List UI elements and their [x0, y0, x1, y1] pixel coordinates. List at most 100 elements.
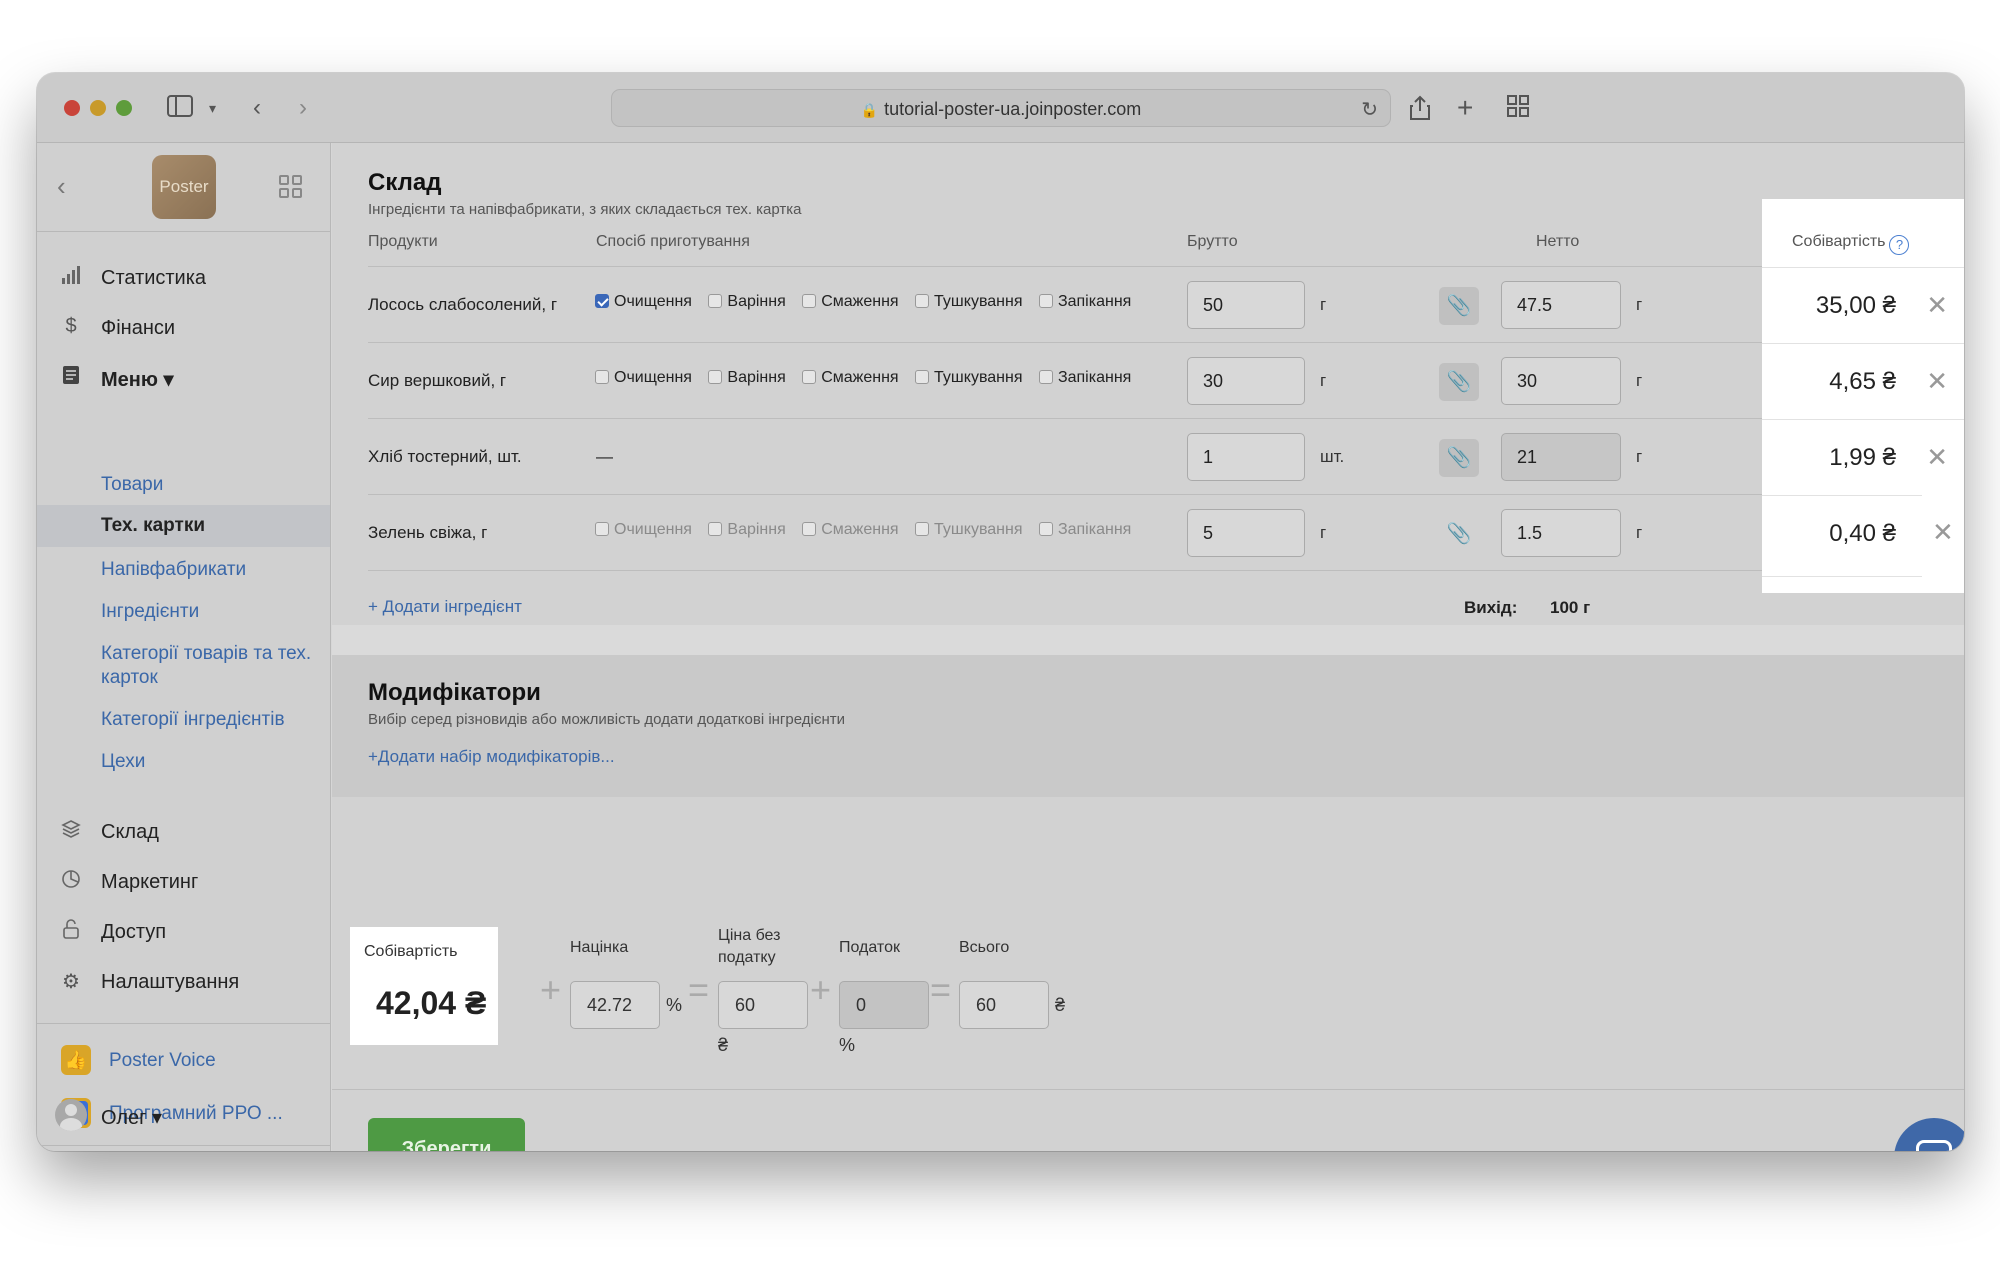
cost-cell: 35,00 ₴ ✕ — [1762, 267, 1964, 343]
markup-input[interactable]: 42.72 — [570, 981, 660, 1029]
save-button[interactable]: Зберегти — [368, 1118, 525, 1151]
checkbox[interactable] — [1038, 522, 1053, 536]
chevron-down-icon[interactable]: ▾ — [209, 95, 216, 121]
new-tab-icon[interactable]: + — [1457, 94, 1473, 122]
netto-input[interactable]: 47.5 — [1501, 281, 1621, 329]
remove-row-icon[interactable]: ✕ — [1926, 290, 1948, 321]
paperclip-icon[interactable]: 📎 — [1439, 363, 1479, 401]
checkbox[interactable] — [802, 370, 817, 384]
brutto-input[interactable]: 5 — [1187, 509, 1305, 557]
brutto-input[interactable]: 1 — [1187, 433, 1305, 481]
netto-input[interactable]: 30 — [1501, 357, 1621, 405]
checkbox[interactable] — [915, 522, 930, 536]
tab-overview-icon[interactable] — [1507, 95, 1529, 123]
method-baking[interactable]: Запікання — [1038, 293, 1131, 311]
method-frying[interactable]: Смаження — [802, 521, 899, 539]
help-icon[interactable]: ? — [1889, 235, 1910, 255]
sidebar-toggle-icon[interactable] — [167, 95, 193, 123]
checkbox[interactable] — [802, 294, 817, 308]
forward-arrow-icon[interactable]: › — [299, 95, 307, 121]
netto-unit: г — [1636, 371, 1643, 390]
collapse-sidebar-icon[interactable]: ‹ — [57, 171, 66, 202]
checkbox[interactable] — [1038, 370, 1053, 384]
checkbox[interactable] — [1038, 294, 1053, 308]
layers-icon — [59, 819, 83, 845]
paperclip-icon[interactable]: 📎 — [1439, 515, 1479, 553]
app-poster-voice[interactable]: 👍 Poster Voice — [61, 1043, 331, 1077]
address-bar[interactable]: 🔒 tutorial-poster-ua.joinposter.com ↻ — [611, 89, 1391, 127]
netto-input[interactable]: 21 — [1501, 433, 1621, 481]
nav-finances[interactable]: $ Фінанси — [37, 307, 330, 347]
minimize-window-button[interactable] — [90, 100, 106, 116]
remove-row-icon[interactable]: ✕ — [1926, 366, 1948, 397]
remove-row-icon[interactable]: ✕ — [1926, 442, 1948, 473]
paperclip-icon[interactable]: 📎 — [1439, 439, 1479, 477]
nav-statistics[interactable]: Статистика — [37, 257, 330, 297]
nav-label: Маркетинг — [101, 871, 199, 893]
method-boiling[interactable]: Варіння — [708, 293, 786, 311]
checkbox[interactable] — [595, 522, 609, 536]
checkbox[interactable] — [915, 370, 930, 384]
netto-unit: г — [1636, 447, 1643, 466]
method-cleaning[interactable]: Очищення — [595, 369, 692, 387]
method-frying[interactable]: Смаження — [802, 369, 899, 387]
method-stewing[interactable]: Тушкування — [915, 369, 1023, 387]
method-baking[interactable]: Запікання — [1038, 369, 1131, 387]
nav-label: Доступ — [101, 921, 167, 943]
sub-item-product-categories[interactable]: Категорії товарів та тех. карток — [101, 642, 316, 690]
add-ingredient-link[interactable]: + Додати інгредієнт — [368, 597, 522, 617]
share-icon[interactable] — [1409, 95, 1431, 127]
tax-input[interactable]: 0 — [839, 981, 929, 1029]
brutto-input[interactable]: 30 — [1187, 357, 1305, 405]
column-header-method: Спосіб приготування — [596, 233, 750, 250]
gear-icon: ⚙ — [62, 971, 80, 993]
price-before-tax-input[interactable]: 60 — [718, 981, 808, 1029]
method-boiling[interactable]: Варіння — [708, 369, 786, 387]
nav-label: Склад — [101, 821, 159, 843]
apps-grid-icon[interactable] — [279, 175, 303, 199]
chat-support-icon[interactable] — [1894, 1118, 1964, 1151]
method-boiling[interactable]: Варіння — [708, 521, 786, 539]
nav-label: Фінанси — [101, 317, 176, 339]
sub-item-ingredients[interactable]: Інгредієнти — [101, 600, 316, 624]
checkbox[interactable] — [708, 522, 723, 536]
sub-item-ingredient-categories[interactable]: Категорії інгредієнтів — [101, 708, 316, 732]
app-logo[interactable]: Poster — [152, 155, 216, 219]
checkbox[interactable] — [802, 522, 817, 536]
method-stewing[interactable]: Тушкування — [915, 521, 1023, 539]
total-input[interactable]: 60 — [959, 981, 1049, 1029]
sub-item-semi-finished[interactable]: Напівфабрикати — [101, 558, 316, 582]
checkbox[interactable] — [708, 370, 723, 384]
netto-input[interactable]: 1.5 — [1501, 509, 1621, 557]
zoom-window-button[interactable] — [116, 100, 132, 116]
reload-icon[interactable]: ↻ — [1361, 97, 1378, 122]
brutto-input[interactable]: 50 — [1187, 281, 1305, 329]
method-cleaning[interactable]: Очищення — [595, 293, 692, 311]
close-window-button[interactable] — [64, 100, 80, 116]
method-baking[interactable]: Запікання — [1038, 521, 1131, 539]
nav-menu[interactable]: Меню ▾ — [37, 357, 330, 397]
method-frying[interactable]: Смаження — [802, 293, 899, 311]
remove-row-icon[interactable]: ✕ — [1932, 517, 1964, 548]
column-header-brutto: Брутто — [1187, 233, 1238, 250]
user-menu[interactable]: Олег ▾ — [55, 1099, 315, 1133]
sub-item-workshops[interactable]: Цехи — [101, 750, 316, 774]
checkbox[interactable] — [708, 294, 723, 308]
nav-settings[interactable]: ⚙ Налаштування — [37, 961, 330, 1001]
title-bar: ▾ ‹ › 🔒 tutorial-poster-ua.joinposter.com… — [37, 73, 1964, 143]
add-modifier-set-link[interactable]: +Додати набір модифікаторів... — [368, 747, 615, 767]
sidebar-divider — [37, 1023, 330, 1024]
nav-label: Налаштування — [101, 971, 240, 993]
checkbox[interactable] — [915, 294, 930, 308]
nav-marketing[interactable]: Маркетинг — [37, 861, 330, 901]
method-stewing[interactable]: Тушкування — [915, 293, 1023, 311]
method-cleaning[interactable]: Очищення — [595, 521, 692, 539]
paperclip-icon[interactable]: 📎 — [1439, 287, 1479, 325]
back-arrow-icon[interactable]: ‹ — [253, 95, 261, 121]
checkbox-checked[interactable] — [595, 294, 609, 308]
nav-warehouse[interactable]: Склад — [37, 811, 330, 851]
sub-item-products[interactable]: Товари — [101, 473, 316, 497]
checkbox[interactable] — [595, 370, 609, 384]
sub-item-tech-cards[interactable]: Тех. картки — [37, 505, 330, 547]
nav-access[interactable]: Доступ — [37, 911, 330, 951]
